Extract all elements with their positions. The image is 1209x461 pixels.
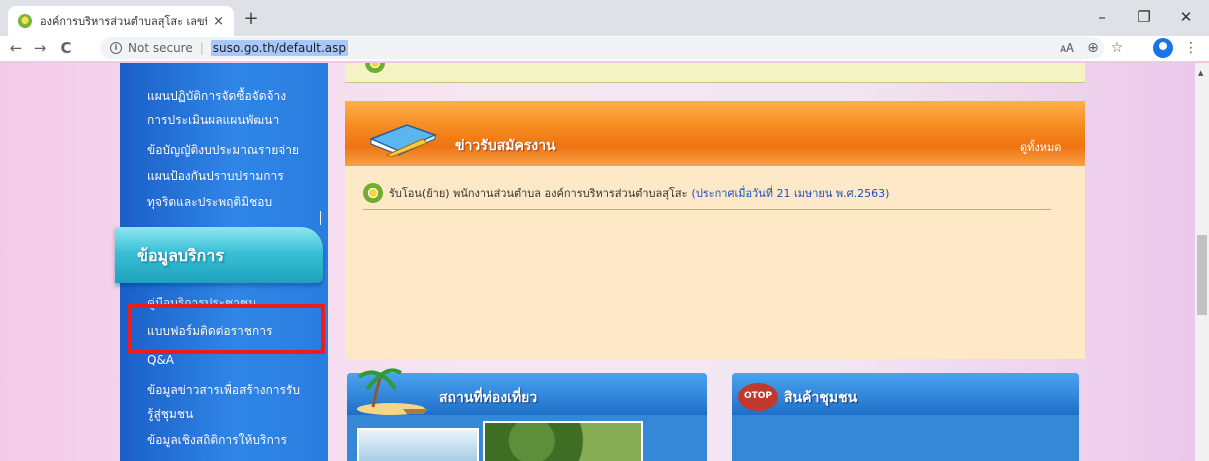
bullet-icon bbox=[363, 183, 383, 203]
service-info-title: ข้อมูลบริการ bbox=[137, 246, 224, 265]
news-item-date: (ประกาศเมื่อวันที่ 21 เมษายน พ.ศ.2563) bbox=[691, 187, 890, 200]
scrollbar-thumb[interactable] bbox=[1197, 235, 1207, 315]
news-list-item[interactable]: รับโอน(ย้าย) พนักงานส่วนตำบล องค์การบริห… bbox=[363, 183, 889, 203]
scroll-up-icon[interactable]: ▲ bbox=[1198, 69, 1203, 77]
zoom-icon[interactable]: ⊕ bbox=[1084, 39, 1102, 57]
url-text[interactable]: suso.go.th/default.asp bbox=[210, 40, 349, 56]
site-favicon-icon bbox=[18, 14, 32, 28]
job-news-panel: ข่าวรับสมัครงาน ดูทั้งหมด รับโอน(ย้าย) พ… bbox=[345, 101, 1085, 359]
highlight-annotation-box bbox=[128, 304, 325, 354]
address-bar[interactable]: i Not secure | suso.go.th/default.asp bbox=[100, 37, 1104, 59]
previous-news-strip bbox=[345, 63, 1085, 83]
sidebar-item-budget-ordinance[interactable]: ข้อบัญญัติงบประมาณรายจ่าย bbox=[147, 141, 299, 160]
sidebar-item-info-news-cont[interactable]: รู้สู่ชุมชน bbox=[147, 405, 193, 424]
job-news-header: ข่าวรับสมัครงาน ดูทั้งหมด bbox=[345, 101, 1085, 166]
close-window-button[interactable]: ✕ bbox=[1165, 0, 1207, 36]
page-scrollbar[interactable]: ▲ bbox=[1195, 63, 1209, 461]
tab-title: องค์การบริหารส่วนตำบลสุโสะ เลขที่ 11 bbox=[40, 15, 207, 28]
back-button[interactable]: ← bbox=[6, 36, 26, 60]
tourism-title: สถานที่ท่องเที่ยว bbox=[439, 390, 538, 406]
profile-avatar-icon[interactable] bbox=[1153, 38, 1173, 58]
news-divider bbox=[363, 209, 1051, 210]
otop-logo-icon: OTOP bbox=[738, 383, 778, 411]
info-icon[interactable]: i bbox=[110, 42, 122, 54]
maximize-button[interactable]: ❐ bbox=[1123, 0, 1165, 36]
service-info-header: ข้อมูลบริการ bbox=[115, 227, 323, 283]
browser-menu-icon[interactable]: ⋮ bbox=[1182, 39, 1200, 57]
translate-icon[interactable]: 🗚 bbox=[1058, 39, 1076, 57]
omnibox-divider: | bbox=[199, 41, 204, 55]
reload-button[interactable]: C bbox=[56, 36, 76, 60]
news-item-text[interactable]: รับโอน(ย้าย) พนักงานส่วนตำบล องค์การบริห… bbox=[389, 184, 688, 202]
sidebar-item-procurement-plan[interactable]: แผนปฏิบัติการจัดซื้อจัดจ้าง bbox=[147, 87, 286, 106]
book-pencil-icon bbox=[369, 124, 438, 157]
sidebar-item-qa[interactable]: Q&A bbox=[147, 353, 174, 367]
browser-tab[interactable]: องค์การบริหารส่วนตำบลสุโสะ เลขที่ 11 × bbox=[8, 6, 234, 36]
view-all-link[interactable]: ดูทั้งหมด bbox=[1020, 138, 1061, 156]
otop-title: สินค้าชุมชน bbox=[784, 390, 858, 406]
browser-toolbar: ← → C i Not secure | suso.go.th/default.… bbox=[0, 36, 1209, 62]
bookmark-star-icon[interactable]: ☆ bbox=[1108, 39, 1126, 57]
new-tab-button[interactable]: + bbox=[238, 6, 264, 32]
bullet-icon bbox=[365, 63, 385, 73]
sidebar-item-info-news[interactable]: ข้อมูลข่าวสารเพื่อสร้างการรับ bbox=[147, 381, 300, 400]
minimize-button[interactable]: – bbox=[1081, 0, 1123, 36]
job-news-title: ข่าวรับสมัครงาน bbox=[455, 138, 556, 154]
sidebar-item-statistics[interactable]: ข้อมูลเชิงสถิติการให้บริการ bbox=[147, 431, 287, 450]
sidebar-item-misconduct[interactable]: ทุจริตและประพฤติมิชอบ bbox=[147, 193, 272, 212]
page-viewport: แผนปฏิบัติการจัดซื้อจัดจ้าง การประเมินผล… bbox=[0, 63, 1195, 461]
otop-panel: OTOP สินค้าชุมชน bbox=[732, 373, 1079, 461]
sidebar-divider-tick bbox=[320, 211, 321, 225]
not-secure-label: Not secure bbox=[128, 41, 193, 55]
tab-strip: องค์การบริหารส่วนตำบลสุโสะ เลขที่ 11 × +… bbox=[0, 0, 1209, 36]
tourism-photo[interactable] bbox=[357, 428, 479, 461]
tab-close-icon[interactable]: × bbox=[213, 14, 224, 29]
sidebar-item-anti-corruption[interactable]: แผนป้องกันปราบปรามการ bbox=[147, 167, 284, 186]
tourism-panel: สถานที่ท่องเที่ยว bbox=[347, 368, 707, 461]
tourism-photo[interactable] bbox=[483, 421, 643, 461]
forward-button[interactable]: → bbox=[30, 36, 50, 60]
sidebar-item-plan-evaluation[interactable]: การประเมินผลแผนพัฒนา bbox=[147, 111, 279, 130]
palm-island-icon bbox=[357, 368, 429, 415]
